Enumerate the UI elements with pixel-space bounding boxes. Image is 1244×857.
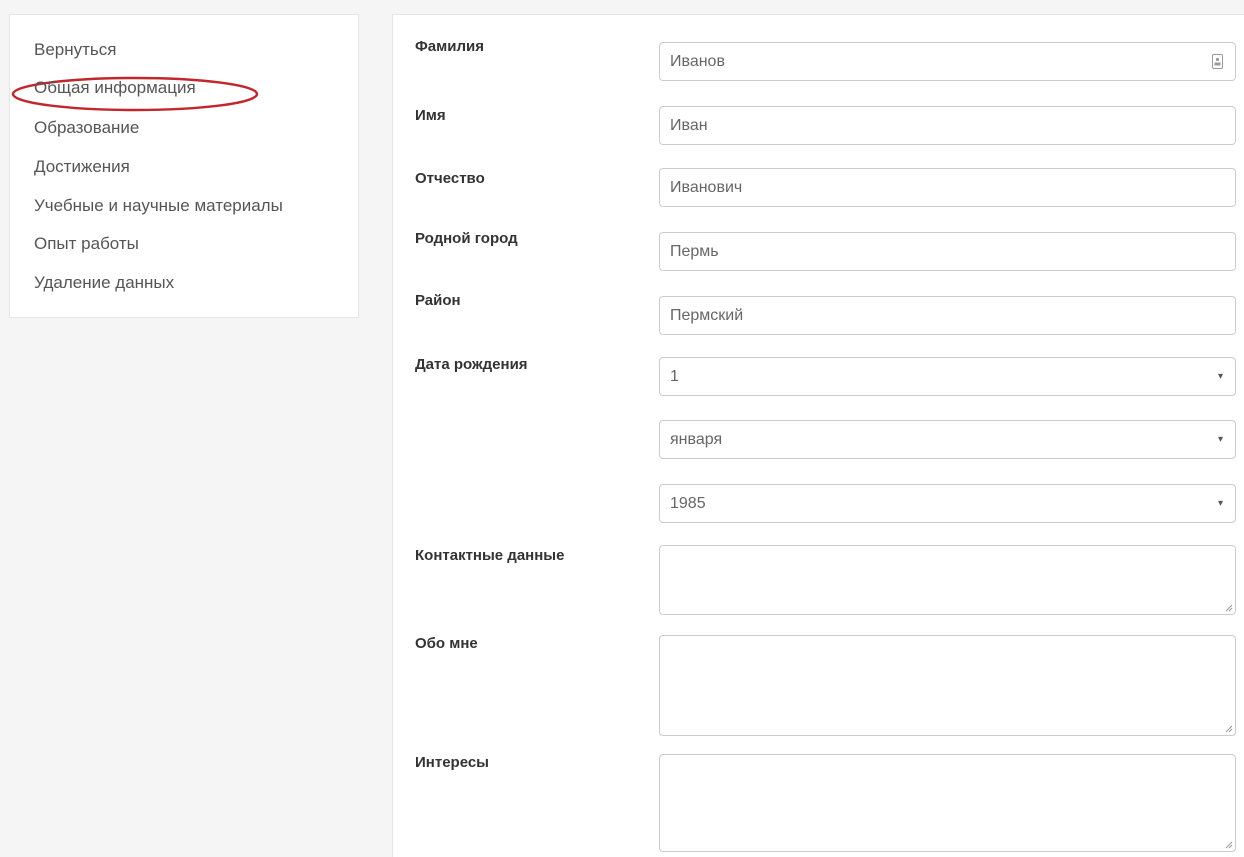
contacts-textarea[interactable] [659,545,1236,615]
district-input[interactable]: Пермский [659,296,1236,335]
sidebar-item-achievements[interactable]: Достижения [34,157,130,177]
birth-year-select[interactable]: 1985 ▾ [659,484,1236,523]
district-value: Пермский [670,307,744,324]
last-name-value: Иванов [670,53,725,70]
contacts-label: Контактные данные [415,547,565,564]
patronymic-label: Отчество [415,170,485,187]
birth-month-select[interactable]: января ▾ [659,420,1236,459]
chevron-down-icon: ▾ [1217,371,1223,382]
chevron-down-icon: ▾ [1217,498,1223,509]
first-name-label: Имя [415,107,446,124]
interests-label: Интересы [415,754,489,771]
first-name-input[interactable]: Иван [659,106,1236,145]
home-city-value: Пермь [670,243,719,260]
sidebar-item-materials[interactable]: Учебные и научные материалы [34,196,283,216]
about-textarea[interactable] [659,635,1236,736]
resize-grip-icon[interactable] [1225,604,1233,612]
last-name-input[interactable]: Иванов [659,42,1236,81]
birth-day-select[interactable]: 1 ▾ [659,357,1236,396]
profile-form: Фамилия Иванов Имя Иван Отчество Иванови… [392,14,1244,857]
sidebar-item-delete-data[interactable]: Удаление данных [34,273,174,293]
sidebar-item-back[interactable]: Вернуться [34,40,117,60]
birth-month-value: января [670,431,723,448]
about-label: Обо мне [415,635,478,652]
last-name-label: Фамилия [415,38,484,55]
chevron-down-icon: ▾ [1217,434,1223,445]
resize-grip-icon[interactable] [1225,841,1233,849]
first-name-value: Иван [670,117,708,134]
birth-date-label: Дата рождения [415,356,528,373]
interests-textarea[interactable] [659,754,1236,852]
home-city-input[interactable]: Пермь [659,232,1236,271]
sidebar-item-work-experience[interactable]: Опыт работы [34,234,139,254]
sidebar-item-general-info[interactable]: Общая информация [34,78,196,98]
district-label: Район [415,292,461,309]
contact-card-icon[interactable] [1212,54,1223,69]
sidebar-nav: Вернуться Общая информация Образование Д… [9,14,359,318]
home-city-label: Родной город [415,230,518,247]
birth-day-value: 1 [670,368,679,385]
patronymic-input[interactable]: Иванович [659,168,1236,207]
birth-year-value: 1985 [670,495,706,512]
sidebar-item-education[interactable]: Образование [34,118,139,138]
resize-grip-icon[interactable] [1225,725,1233,733]
patronymic-value: Иванович [670,179,743,196]
